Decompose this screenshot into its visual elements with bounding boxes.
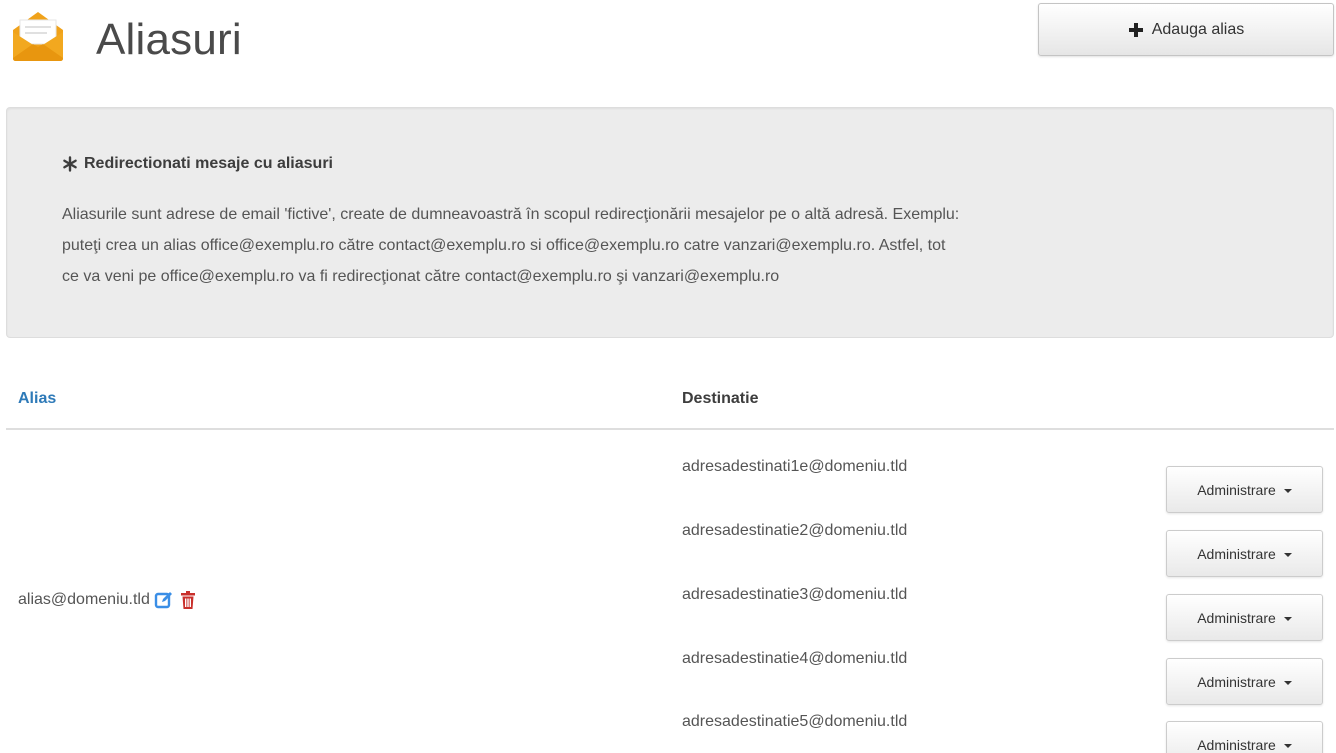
manage-label: Administrare (1197, 736, 1276, 753)
info-panel: Redirectionati mesaje cu aliasuri Aliasu… (6, 107, 1334, 338)
destination-email: adresadestinatie5@domeniu.tld (682, 713, 908, 730)
table-row: adresadestinati1e@domeniu.tld Administra… (0, 458, 1336, 522)
manage-label: Administrare (1197, 673, 1276, 690)
page-header: Aliasuri Adauga alias (0, 0, 1336, 80)
add-alias-button[interactable]: Adauga alias (1038, 3, 1334, 56)
caret-down-icon (1283, 616, 1292, 621)
plus-icon (1128, 22, 1143, 37)
manage-label: Administrare (1197, 609, 1276, 626)
info-line-2: puteţi crea un alias office@exemplu.ro c… (62, 237, 946, 254)
info-description: Aliasurile sunt adrese de email 'fictive… (62, 199, 1302, 292)
table-row: adresadestinatie5@domeniu.tld Administra… (0, 713, 1336, 753)
table-row: adresadestinatie4@domeniu.tld Administra… (0, 650, 1336, 714)
manage-dropdown-button[interactable]: Administrare (1166, 658, 1323, 705)
manage-label: Administrare (1197, 481, 1276, 498)
page-title: Aliasuri (96, 15, 242, 64)
caret-down-icon (1283, 552, 1292, 557)
manage-dropdown-button[interactable]: Administrare (1166, 594, 1323, 641)
caret-down-icon (1283, 743, 1292, 748)
destination-email: adresadestinatie4@domeniu.tld (682, 650, 908, 667)
table-row: adresadestinatie2@domeniu.tld Administra… (0, 522, 1336, 586)
manage-dropdown-button[interactable]: Administrare (1166, 721, 1323, 753)
caret-down-icon (1283, 488, 1292, 493)
info-line-3: ce va veni pe office@exemplu.ro va fi re… (62, 268, 780, 285)
info-heading-text: Redirectionati mesaje cu aliasuri (84, 155, 333, 172)
caret-down-icon (1283, 680, 1292, 685)
add-alias-label: Adauga alias (1151, 20, 1245, 38)
destination-email: adresadestinatie3@domeniu.tld (682, 586, 908, 603)
info-heading: Redirectionati mesaje cu aliasuri (62, 155, 333, 173)
manage-dropdown-button[interactable]: Administrare (1166, 530, 1323, 577)
column-header-alias[interactable]: Alias (18, 390, 56, 408)
table-header: Alias Destinatie (6, 378, 1334, 430)
manage-dropdown-button[interactable]: Administrare (1166, 466, 1323, 513)
column-header-destination: Destinatie (682, 390, 759, 407)
asterisk-icon (63, 156, 77, 172)
destination-email: adresadestinatie2@domeniu.tld (682, 522, 908, 539)
info-line-1: Aliasurile sunt adrese de email 'fictive… (62, 206, 960, 223)
table-row: adresadestinatie3@domeniu.tld Administra… (0, 586, 1336, 650)
manage-label: Administrare (1197, 545, 1276, 562)
destination-email: adresadestinati1e@domeniu.tld (682, 458, 908, 475)
envelope-icon (13, 12, 63, 61)
